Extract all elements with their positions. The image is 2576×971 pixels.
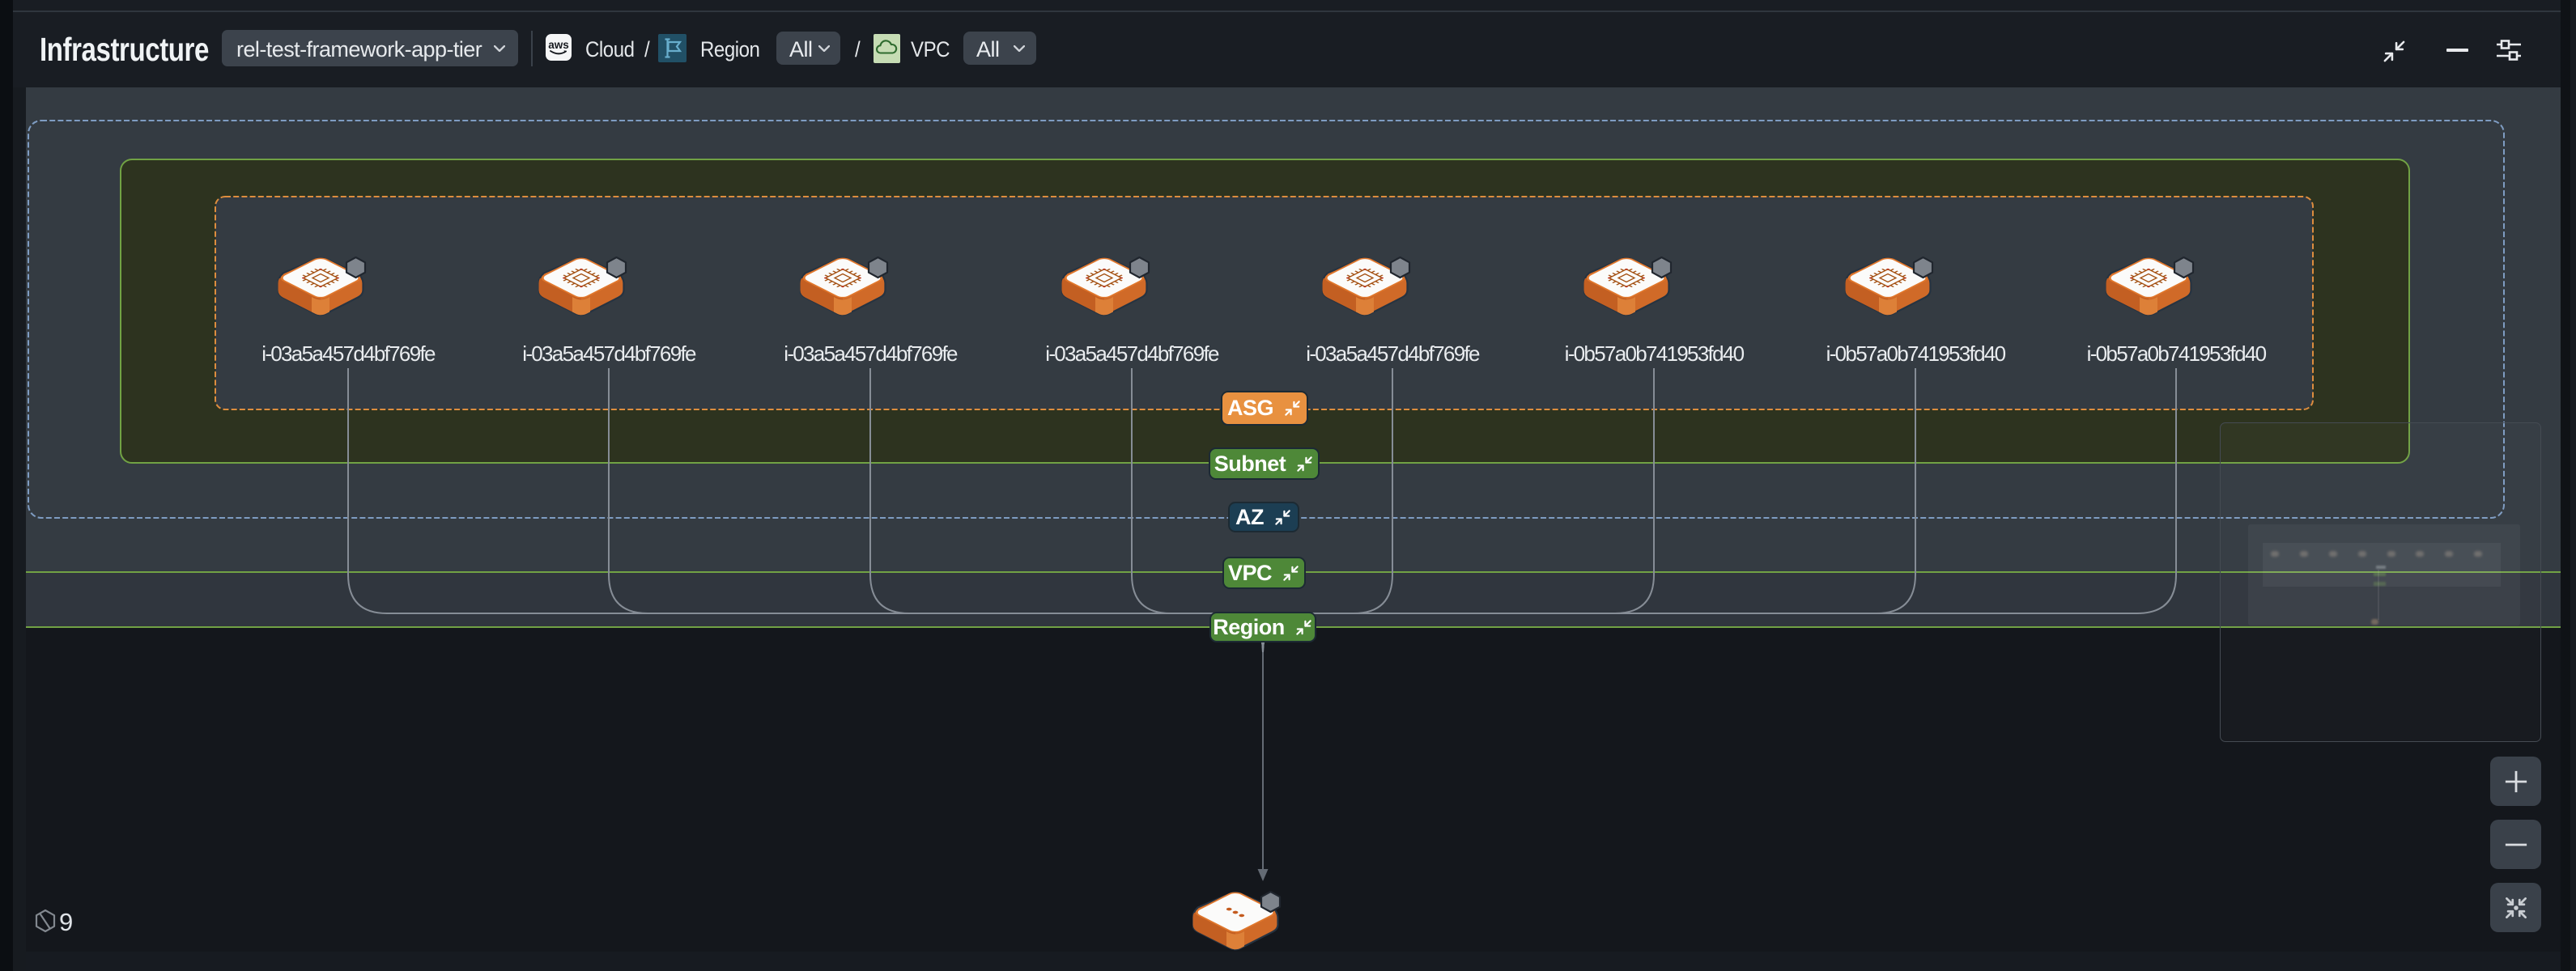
svg-text:aws: aws	[548, 39, 569, 51]
